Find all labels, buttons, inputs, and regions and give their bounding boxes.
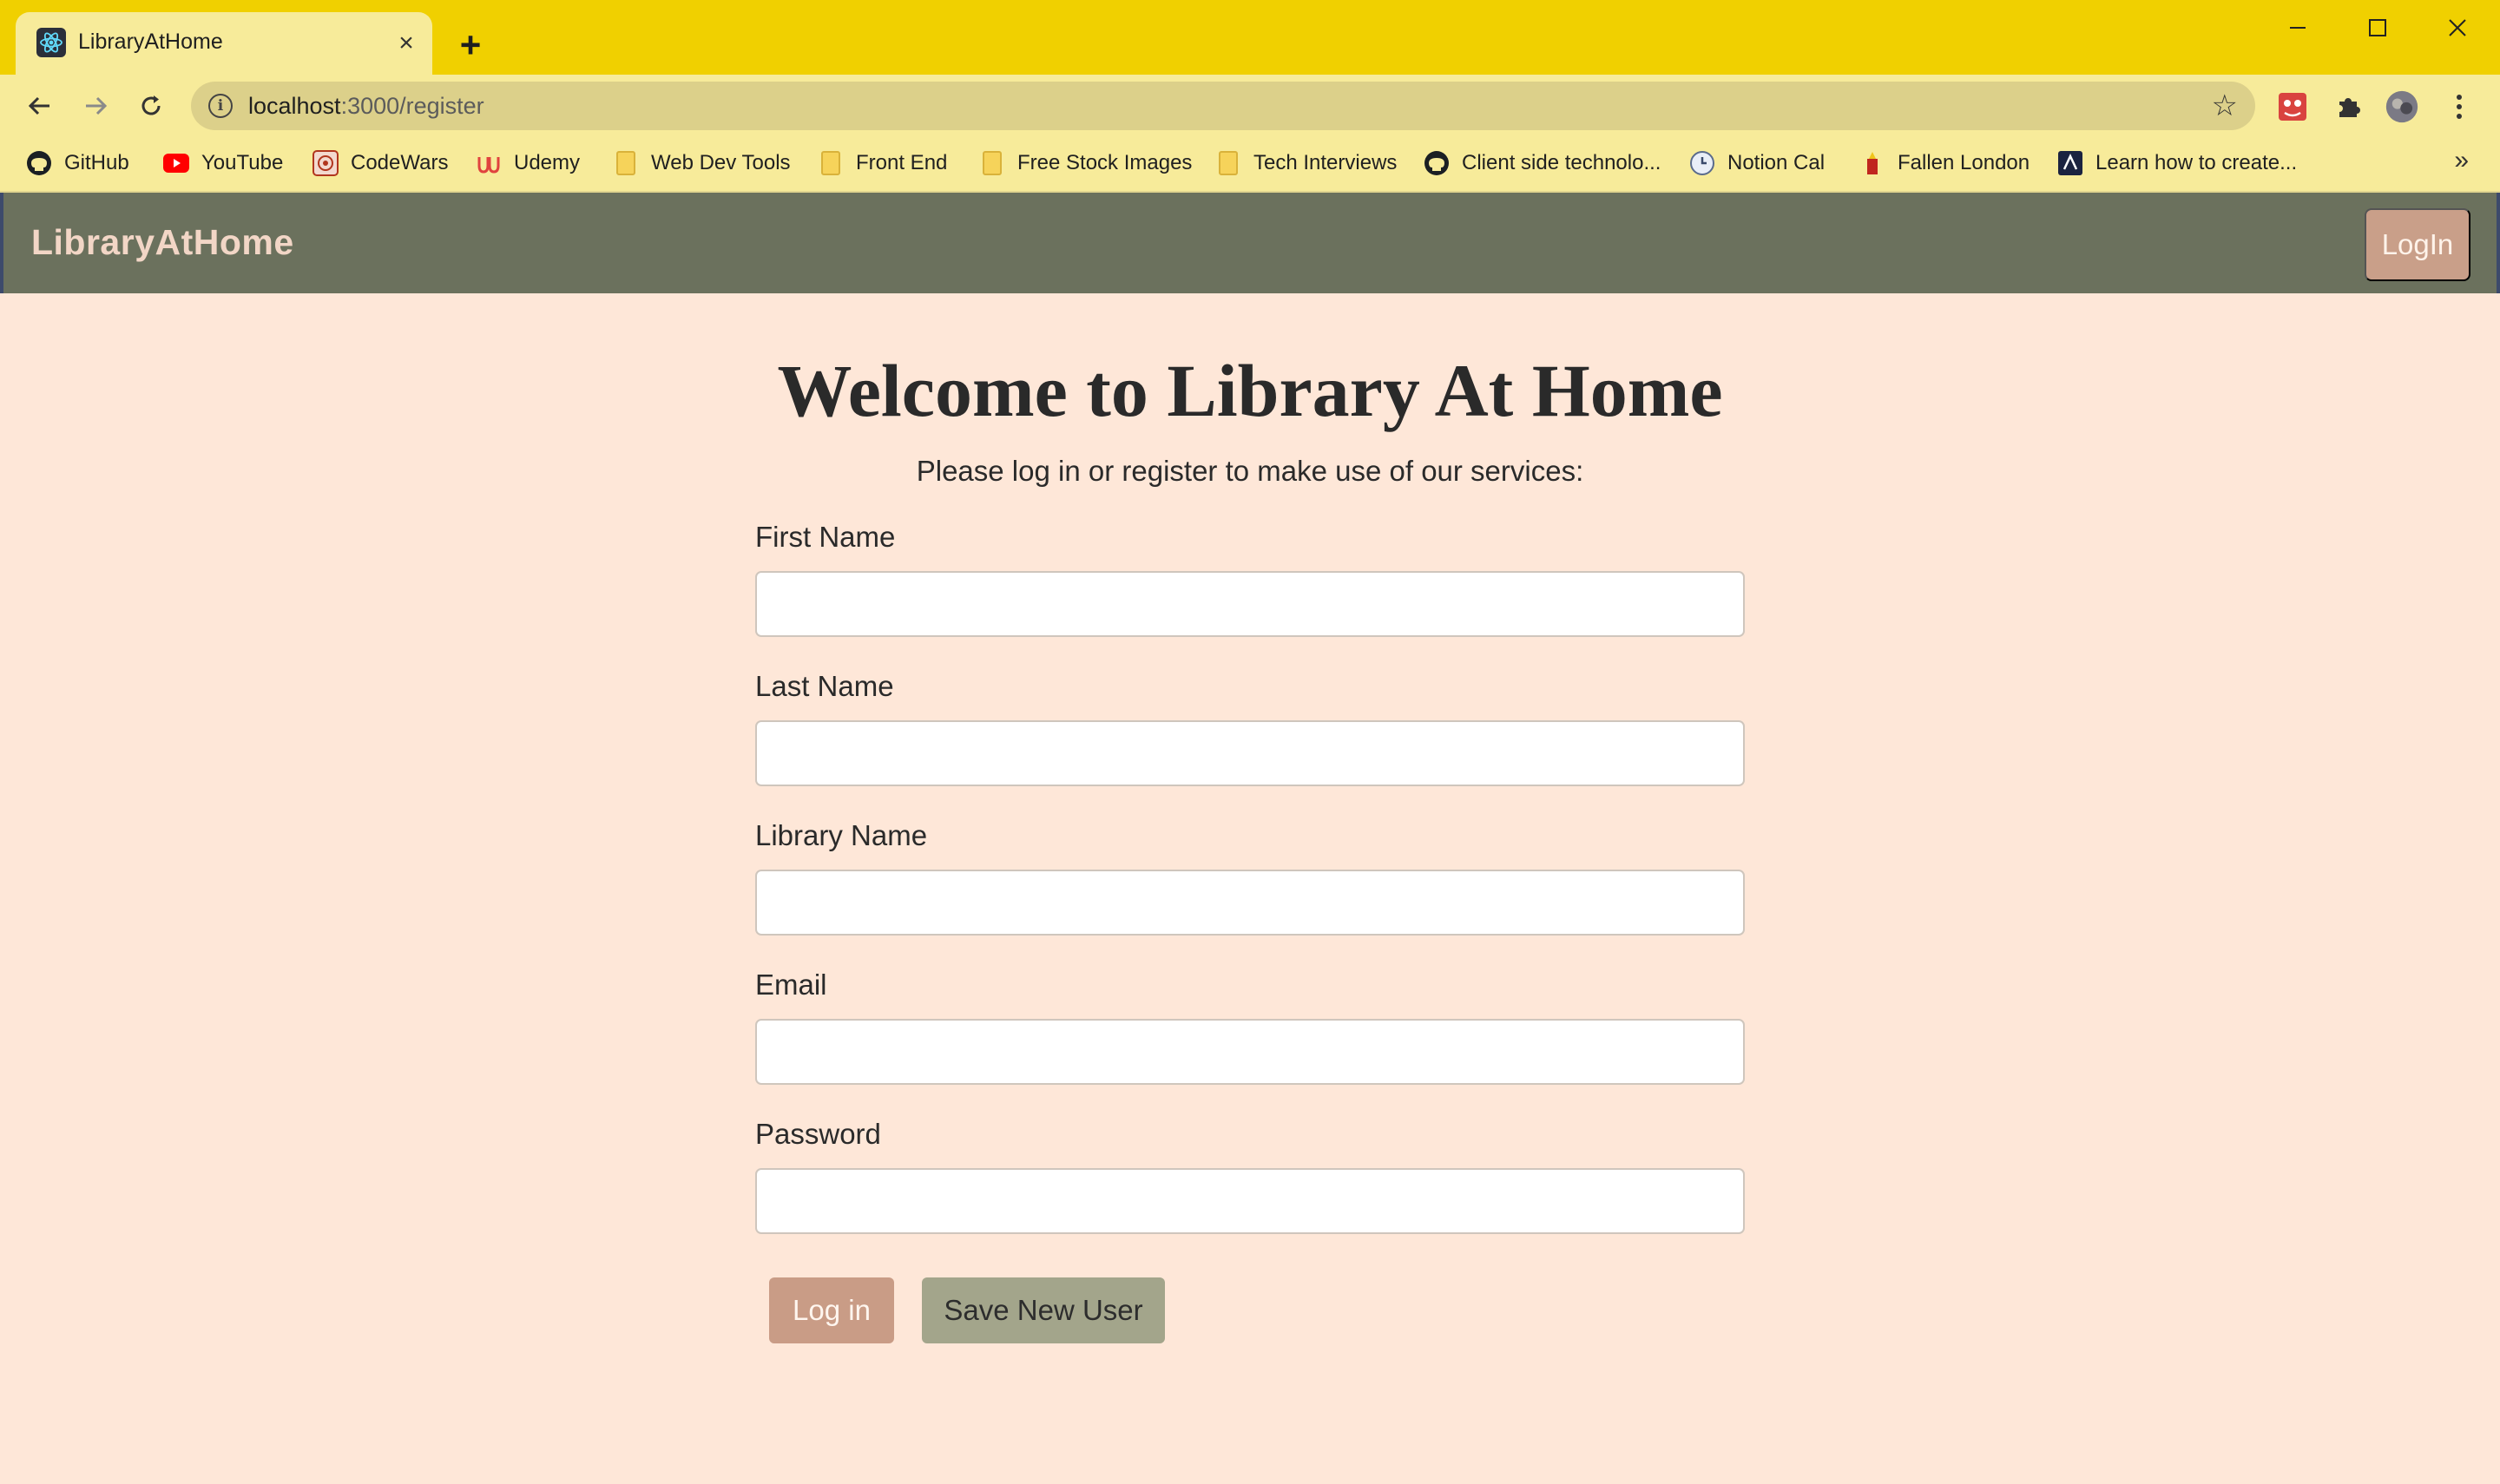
site-info-icon[interactable]: i [208, 94, 233, 118]
bookmarks-overflow-icon[interactable]: » [2454, 146, 2469, 175]
bookmark-fallen-london[interactable]: Fallen London [1859, 146, 2030, 181]
last-name-input[interactable] [755, 720, 1745, 786]
bookmark-folder-front-end[interactable]: Front End [818, 146, 947, 181]
bookmark-github[interactable]: GitHub [26, 146, 129, 181]
address-host: localhost [248, 93, 341, 119]
reload-icon [141, 95, 161, 115]
save-new-user-button[interactable]: Save New User [922, 1277, 1165, 1343]
new-tab-button[interactable]: + [451, 26, 490, 64]
bookmark-label: Front End [856, 151, 948, 174]
bookmark-label: Tech Interviews [1253, 151, 1398, 174]
github-icon [1424, 150, 1450, 176]
library-name-label: Library Name [755, 819, 928, 851]
page-title: Welcome to Library At Home [777, 349, 1723, 432]
extension-icon[interactable] [2276, 90, 2309, 123]
bookmark-client-side[interactable]: Client side technolo... [1424, 146, 1661, 181]
close-window-button[interactable] [2427, 9, 2488, 47]
tab-strip: LibraryAtHome × + [0, 0, 2500, 75]
library-name-input[interactable] [755, 870, 1745, 936]
bookmark-label: Udemy [514, 151, 581, 174]
register-page: Welcome to Library At Home Please log in… [0, 293, 2500, 1484]
bookmark-folder-tech-interviews[interactable]: Tech Interviews [1215, 146, 1397, 181]
bookmark-codewars[interactable]: CodeWars [312, 146, 448, 181]
address-url: localhost:3000/register [248, 93, 484, 120]
bookmark-udemy[interactable]: Udemy [476, 146, 580, 181]
bookmark-star-icon[interactable]: ☆ [2212, 89, 2238, 123]
folder-icon [613, 150, 639, 176]
app-navbar: LibraryAtHome LogIn [0, 193, 2500, 293]
browser-window: LibraryAtHome × + i localhost:3000/regis… [0, 0, 2500, 1484]
youtube-icon [163, 150, 189, 176]
bookmark-label: Learn how to create... [2095, 151, 2298, 174]
email-input[interactable] [755, 1019, 1745, 1085]
back-button[interactable] [21, 87, 59, 125]
profile-avatar[interactable] [2385, 90, 2418, 123]
bookmarks-bar: GitHub YouTube CodeWars Udemy Web Dev To… [0, 135, 2500, 193]
minimize-icon [2290, 27, 2306, 29]
bookmark-label: Free Stock Images [1017, 151, 1193, 174]
tab-close-icon[interactable]: × [392, 30, 420, 57]
forward-button[interactable] [76, 87, 115, 125]
react-icon [36, 28, 66, 57]
extensions-puzzle-icon[interactable] [2332, 90, 2365, 123]
first-name-label: First Name [755, 521, 896, 553]
folder-icon [1215, 150, 1241, 176]
bookmark-label: CodeWars [351, 151, 449, 174]
log-in-button[interactable]: Log in [769, 1277, 894, 1343]
bookmark-learn-how[interactable]: Learn how to create... [2057, 146, 2297, 181]
brand-logo[interactable]: LibraryAtHome [31, 222, 294, 263]
navbar-login-button[interactable]: LogIn [2365, 208, 2470, 281]
fallen-london-icon [1859, 150, 1885, 176]
maximize-icon [2369, 19, 2386, 36]
bookmark-folder-web-dev-tools[interactable]: Web Dev Tools [613, 146, 791, 181]
folder-icon [818, 150, 844, 176]
email-label: Email [755, 969, 827, 1001]
bookmark-notion-cal[interactable]: Notion Cal [1689, 146, 1825, 181]
bookmark-label: GitHub [64, 151, 129, 174]
tab-title: LibraryAtHome [78, 30, 223, 54]
page-subtitle: Please log in or register to make use of… [916, 455, 1584, 487]
password-label: Password [755, 1118, 881, 1150]
address-bar[interactable]: i localhost:3000/register ☆ [191, 82, 2255, 130]
bookmark-label: Client side technolo... [1462, 151, 1661, 174]
last-name-label: Last Name [755, 670, 894, 702]
bookmark-youtube[interactable]: YouTube [163, 146, 283, 181]
codewars-icon [312, 150, 339, 176]
bookmark-label: Fallen London [1898, 151, 2030, 174]
udemy-icon [476, 150, 502, 176]
github-icon [26, 150, 52, 176]
bookmark-folder-free-stock-images[interactable]: Free Stock Images [979, 146, 1192, 181]
bookmark-label: Web Dev Tools [651, 151, 791, 174]
close-icon [2449, 19, 2466, 36]
tab-libraryathome[interactable]: LibraryAtHome × [16, 12, 432, 75]
address-path: :3000/register [340, 93, 484, 119]
back-arrow-icon [28, 96, 49, 115]
site-icon [2057, 150, 2083, 176]
browser-menu-icon[interactable] [2443, 90, 2476, 123]
minimize-button[interactable] [2267, 9, 2328, 47]
bookmark-label: YouTube [201, 151, 284, 174]
password-input[interactable] [755, 1168, 1745, 1234]
reload-button[interactable] [132, 87, 170, 125]
first-name-input[interactable] [755, 571, 1745, 637]
browser-toolbar: i localhost:3000/register ☆ [0, 75, 2500, 135]
folder-icon [979, 150, 1005, 176]
bookmark-label: Notion Cal [1727, 151, 1826, 174]
forward-arrow-icon [86, 96, 108, 115]
clock-icon [1689, 150, 1715, 176]
maximize-button[interactable] [2347, 9, 2408, 47]
